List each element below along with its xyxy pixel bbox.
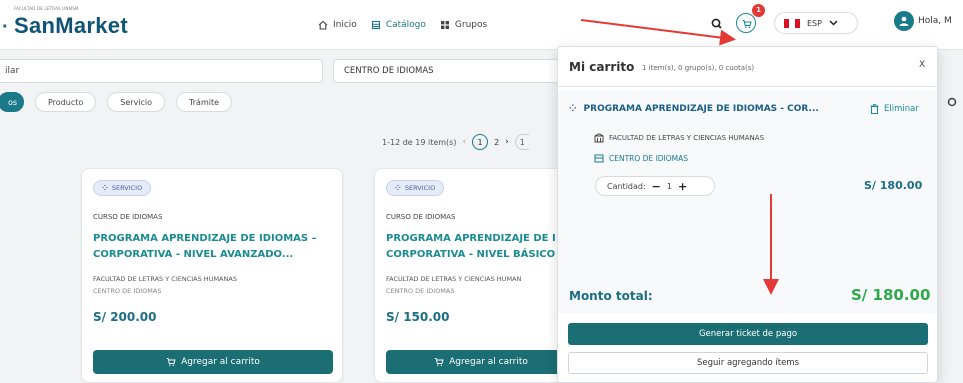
chip-servicio[interactable]: Servicio	[107, 92, 166, 112]
center-select[interactable]: CENTRO DE IDIOMAS	[333, 59, 563, 83]
language-selector[interactable]: ESP	[774, 12, 858, 34]
chevron-down-icon	[829, 20, 838, 26]
remove-item-label: Eliminar	[884, 104, 919, 114]
tag-label: SERVICIO	[111, 184, 143, 192]
add-to-cart-button[interactable]: Agregar al carrito	[386, 350, 576, 374]
prev-page-button[interactable]: ‹	[462, 137, 466, 147]
card-title-line: CORPORATIVA - NIVEL BÁSICO	[386, 249, 556, 260]
last-page-button[interactable]: 1	[514, 134, 529, 150]
decrease-quantity-button[interactable]: −	[652, 181, 661, 192]
service-tag: ⁘ SERVICIO	[386, 180, 445, 196]
language-label: ESP	[807, 18, 822, 28]
user-icon	[899, 16, 909, 26]
product-card: ⁘ SERVICIO CURSO DE IDIOMAS PROGRAMA APR…	[374, 168, 576, 383]
total-value: S/ 180.00	[851, 286, 931, 304]
cart-item-faculty: FACULTAD DE LETRAS Y CIENCIAS HUMANAS	[594, 133, 764, 143]
nav-item-grupos[interactable]: Grupos	[440, 16, 487, 34]
groups-icon	[440, 21, 449, 29]
card-center: CENTRO DE IDIOMAS	[386, 287, 455, 295]
cart-icon	[742, 19, 752, 28]
filter-icon[interactable]	[946, 96, 960, 110]
nav-label: Catálogo	[385, 20, 426, 30]
quantity-label: Cantidad:	[607, 181, 646, 191]
remove-item-button[interactable]: Eliminar	[870, 104, 919, 114]
cart-icon	[166, 358, 176, 366]
card-faculty: FACULTAD DE LETRAS Y CIENCIAS HUMANAS	[93, 275, 237, 283]
generate-ticket-button[interactable]: Generar ticket de pago	[568, 323, 928, 345]
search-icon[interactable]	[708, 15, 726, 33]
card-category: CURSO DE IDIOMAS	[93, 213, 163, 221]
nav-item-inicio[interactable]: Inicio	[318, 16, 357, 34]
grid-icon: ⁘	[395, 184, 401, 192]
cart-item-center: CENTRO DE IDIOMAS	[594, 153, 688, 163]
continue-shopping-button[interactable]: Seguir agregando ítems	[568, 352, 928, 374]
chip-producto[interactable]: Producto	[35, 92, 97, 112]
tag-label: SERVICIO	[404, 184, 436, 192]
card-title-line: PROGRAMA APRENDIZAJE DE I	[386, 233, 556, 244]
cart-panel: Mi carrito 1 item(s), 0 grupo(s), 0 cuot…	[557, 46, 938, 383]
service-tag: ⁘ SERVICIO	[93, 180, 152, 196]
cart-summary: 1 item(s), 0 grupo(s), 0 cuota(s)	[642, 64, 755, 72]
peru-flag-icon	[784, 18, 800, 28]
card-center: CENTRO DE IDIOMAS	[93, 287, 162, 295]
pagination-range: 1-12 de 19 item(s)	[382, 137, 457, 147]
card-category: CURSO DE IDIOMAS	[386, 213, 456, 221]
cart-button[interactable]	[736, 13, 756, 33]
logo-caption: FACULTAD DE LETRAS UNMSM	[14, 6, 79, 11]
quantity-value: 1	[666, 181, 672, 191]
user-menu[interactable]: Hola, M	[894, 11, 952, 31]
nav-label: Grupos	[454, 20, 488, 30]
cart-icon	[434, 358, 444, 366]
cart-title: Mi carrito	[569, 60, 635, 74]
card-title-line: CORPORATIVA - NIVEL AVANZADO...	[93, 249, 294, 260]
cart-item-title-text: PROGRAMA APRENDIZAJE DE IDIOMAS - COR...	[583, 104, 819, 114]
search-input[interactable]: ilar	[0, 59, 323, 83]
page-1-button[interactable]: 1	[472, 134, 489, 150]
quantity-stepper: Cantidad: − 1 +	[595, 176, 715, 196]
card-title[interactable]: PROGRAMA APRENDIZAJE DE I CORPORATIVA - …	[386, 231, 566, 263]
card-title[interactable]: PROGRAMA APRENDIZAJE DE IDIOMAS – CORPOR…	[93, 231, 333, 263]
pagination: 1-12 de 19 item(s) ‹ 1 2 › 1	[382, 134, 529, 150]
grid-icon: ⁘	[102, 184, 108, 192]
center-icon	[594, 154, 604, 163]
catalog-icon	[371, 20, 380, 30]
sanmarket-logo[interactable]: FACULTAD DE LETRAS UNMSM · SanMarket	[2, 6, 142, 46]
card-price: S/ 200.00	[93, 310, 157, 324]
total-label: Monto total:	[569, 289, 653, 303]
logo-mark-icon: ·	[2, 16, 9, 38]
main-nav: Inicio Catálogo Grupos	[318, 16, 487, 34]
cart-item: ⁘ PROGRAMA APRENDIZAJE DE IDIOMAS - COR.…	[558, 91, 937, 313]
cart-item-title[interactable]: ⁘ PROGRAMA APRENDIZAJE DE IDIOMAS - COR.…	[569, 104, 819, 114]
type-filter-chips: os Producto Servicio Trámite	[0, 92, 233, 112]
chip-tramite[interactable]: Trámite	[176, 92, 233, 112]
product-card: ⁘ SERVICIO CURSO DE IDIOMAS PROGRAMA APR…	[81, 168, 343, 383]
card-faculty: FACULTAD DE LETRAS Y CIENCIAS HUMAN	[386, 275, 522, 283]
cart-count-badge: 1	[752, 4, 765, 17]
user-greeting: Hola, M	[918, 16, 952, 26]
home-icon	[318, 20, 328, 30]
nav-item-catalogo[interactable]: Catálogo	[371, 16, 426, 34]
card-price: S/ 150.00	[386, 310, 450, 324]
trash-icon	[870, 104, 879, 114]
cart-item-faculty-text: FACULTAD DE LETRAS Y CIENCIAS HUMANAS	[609, 134, 765, 142]
grid-icon: ⁘	[569, 104, 577, 114]
chip-todos[interactable]: os	[0, 92, 24, 112]
cart-item-center-text: CENTRO DE IDIOMAS	[609, 153, 689, 163]
next-page-button[interactable]: ›	[505, 137, 509, 147]
nav-label: Inicio	[333, 20, 357, 30]
add-to-cart-label: Agregar al carrito	[449, 357, 528, 367]
close-cart-button[interactable]: X	[919, 60, 925, 70]
building-icon	[594, 133, 604, 143]
avatar	[894, 11, 914, 31]
increase-quantity-button[interactable]: +	[678, 181, 687, 192]
logo-text: SanMarket	[14, 13, 128, 38]
card-title-line: PROGRAMA APRENDIZAJE DE IDIOMAS –	[93, 233, 317, 244]
page-2-button[interactable]: 2	[494, 138, 499, 147]
add-to-cart-button[interactable]: Agregar al carrito	[93, 350, 333, 374]
add-to-cart-label: Agregar al carrito	[181, 357, 260, 367]
top-header: FACULTAD DE LETRAS UNMSM · SanMarket Ini…	[0, 0, 963, 50]
cart-item-price: S/ 180.00	[864, 179, 923, 192]
cart-header: Mi carrito 1 item(s), 0 grupo(s), 0 cuot…	[558, 47, 937, 87]
